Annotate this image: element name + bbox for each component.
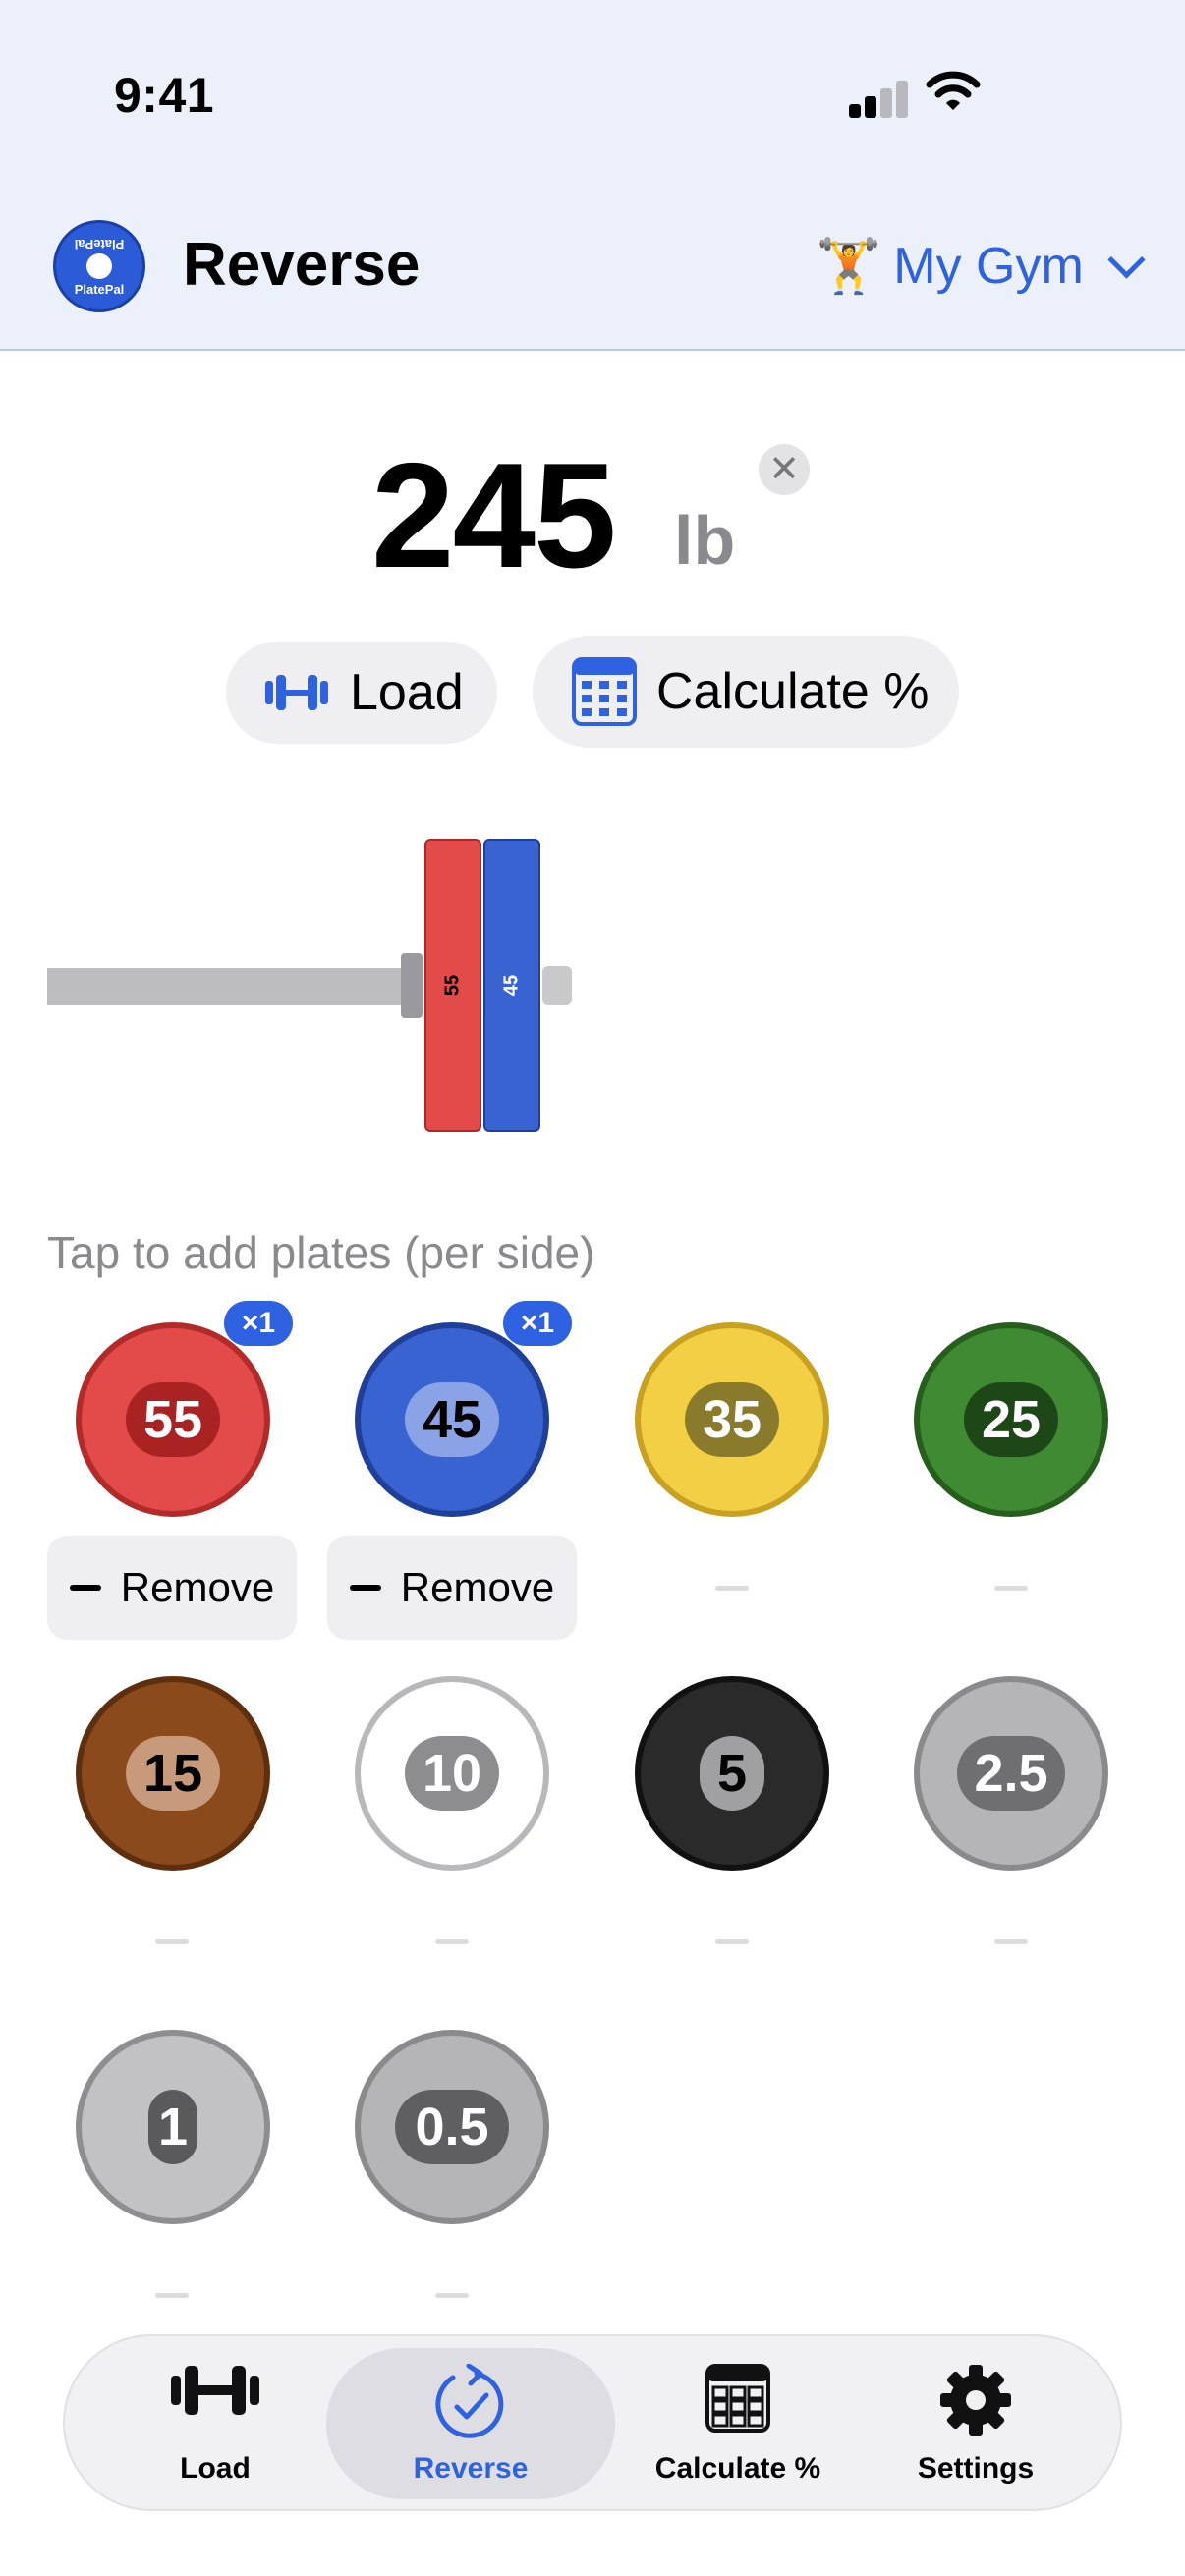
- calculate-percent-button[interactable]: Calculate %: [533, 636, 959, 748]
- plate-55-count-badge: ×1: [224, 1301, 293, 1346]
- empty-count-marker: [155, 1939, 189, 1944]
- remove-label: Remove: [400, 1564, 555, 1610]
- calculator-icon: [572, 657, 637, 726]
- remove-45-button[interactable]: Remove: [327, 1536, 577, 1640]
- empty-count-marker: [155, 2293, 189, 2298]
- minus-icon: [349, 1585, 381, 1591]
- empty-count-marker: [715, 1939, 749, 1944]
- weightlifter-icon: 🏋️: [816, 236, 882, 296]
- plate-35[interactable]: 35: [635, 1322, 829, 1517]
- tab-label: Calculate %: [654, 2452, 821, 2485]
- empty-count-marker: [715, 1586, 749, 1591]
- plate-25[interactable]: 25: [914, 1322, 1108, 1517]
- gear-icon: [940, 2365, 1011, 2436]
- loaded-plate-45: 45: [483, 839, 540, 1132]
- plate-45-count-badge: ×1: [503, 1301, 572, 1346]
- empty-count-marker: [435, 2293, 469, 2298]
- plate-1[interactable]: 1: [76, 2030, 270, 2224]
- plate-55[interactable]: 55: [76, 1322, 270, 1517]
- remove-55-button[interactable]: Remove: [47, 1536, 297, 1640]
- plate-0-5[interactable]: 0.5: [355, 2030, 549, 2224]
- reverse-check-icon: [435, 2364, 504, 2438]
- tab-label: Load: [180, 2452, 251, 2485]
- empty-count-marker: [994, 1586, 1028, 1591]
- tab-calculate-percent[interactable]: Calculate %: [615, 2336, 861, 2509]
- page-title: Reverse: [183, 231, 421, 299]
- status-time: 9:41: [114, 68, 215, 123]
- empty-count-marker: [994, 1939, 1028, 1944]
- tab-settings[interactable]: Settings: [861, 2336, 1091, 2509]
- loaded-plate-55: 55: [424, 839, 481, 1132]
- logo-text-bottom: PlatePal: [74, 282, 125, 297]
- remove-label: Remove: [120, 1564, 275, 1610]
- calculator-icon: [705, 2364, 770, 2433]
- tab-label: Reverse: [413, 2452, 529, 2485]
- tab-load[interactable]: Load: [104, 2336, 326, 2509]
- top-bar: 9:41 PlatePal PlatePal Reverse 🏋️ My Gym: [0, 0, 1185, 351]
- bar-end: [542, 966, 572, 1005]
- bar-sleeve: [47, 968, 415, 1005]
- logo-text: PlatePal: [74, 237, 125, 252]
- wifi-icon: [926, 71, 981, 110]
- gym-label: My Gym: [893, 238, 1084, 295]
- app-logo: PlatePal PlatePal: [53, 220, 145, 312]
- tab-reverse[interactable]: Reverse: [326, 2348, 615, 2499]
- plate-10[interactable]: 10: [355, 1676, 549, 1871]
- weight-unit: lb: [674, 502, 736, 579]
- plates-hint: Tap to add plates (per side): [47, 1227, 595, 1278]
- load-button-label: Load: [350, 664, 464, 721]
- load-button[interactable]: Load: [226, 642, 497, 744]
- empty-count-marker: [435, 1939, 469, 1944]
- cellular-signal-icon: [849, 79, 908, 118]
- plate-45[interactable]: 45: [355, 1322, 549, 1517]
- total-weight: 245: [371, 432, 617, 599]
- plate-5[interactable]: 5: [635, 1676, 829, 1871]
- tab-label: Settings: [917, 2452, 1035, 2485]
- calculate-button-label: Calculate %: [656, 663, 930, 720]
- barbell-icon: [171, 2366, 259, 2415]
- minus-icon: [69, 1585, 101, 1591]
- clear-icon[interactable]: ✕: [759, 444, 810, 495]
- gym-selector[interactable]: 🏋️ My Gym: [816, 232, 1146, 301]
- chevron-down-icon: [1107, 240, 1146, 279]
- barbell-icon: [265, 675, 328, 710]
- bar-collar: [401, 953, 423, 1018]
- plate-15[interactable]: 15: [76, 1676, 270, 1871]
- plate-2-5[interactable]: 2.5: [914, 1676, 1108, 1871]
- tab-bar: Load Reverse Calculate % Settings: [63, 2334, 1122, 2511]
